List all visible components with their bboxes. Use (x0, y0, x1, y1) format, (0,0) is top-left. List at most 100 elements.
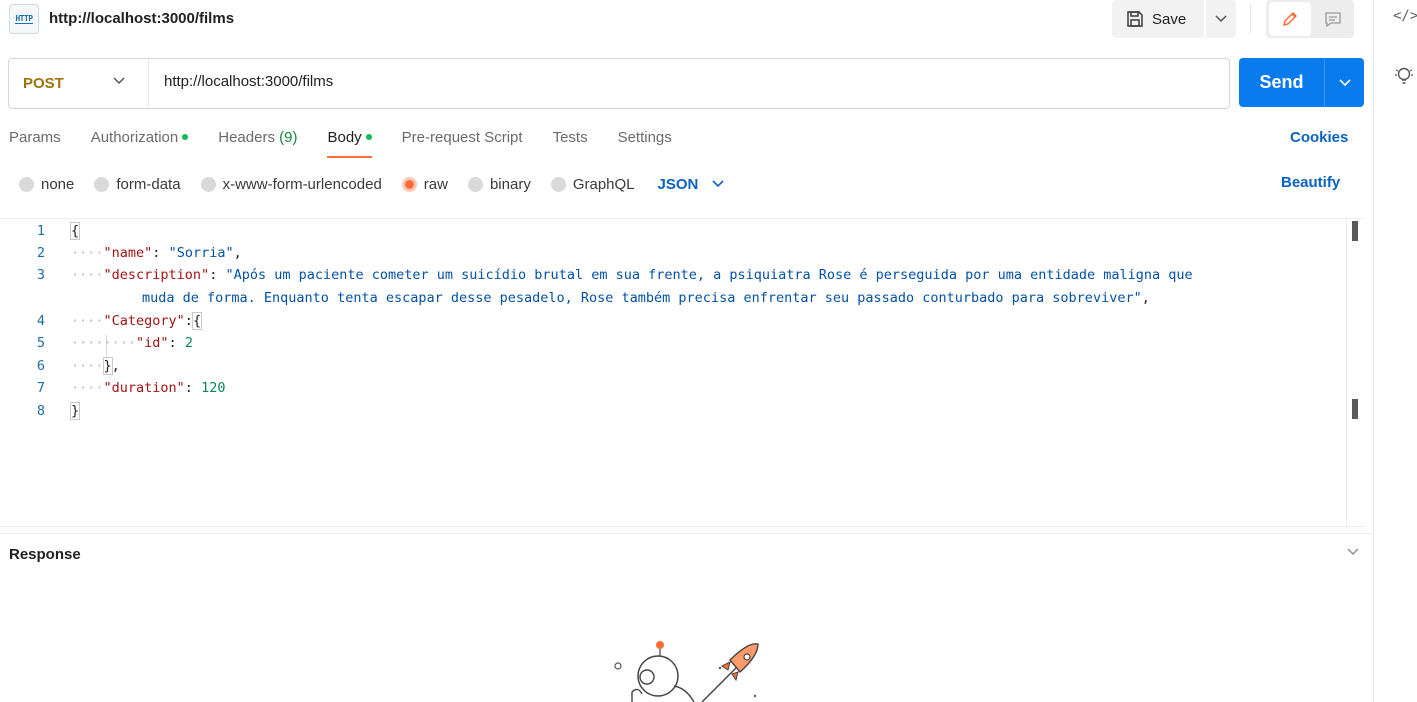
lightbulb-icon[interactable] (1394, 66, 1414, 86)
radio-label: GraphQL (572, 175, 635, 193)
format-label: JSON (657, 175, 699, 193)
json-number: 120 (201, 380, 226, 396)
tab-label: Authorization (90, 129, 179, 146)
json-number: 2 (184, 335, 193, 351)
editor-scrollbar[interactable] (1346, 219, 1362, 526)
save-icon (1127, 11, 1143, 27)
chevron-down-icon (712, 180, 724, 188)
json-string: muda de forma. Enquanto tenta escapar de… (142, 290, 1142, 306)
line-number: 5 (36, 335, 45, 351)
scrollbar-thumb[interactable] (1352, 221, 1358, 241)
tab-tests[interactable]: Tests (553, 128, 588, 158)
line-number-gutter: 1 2 3 4 5 6 7 8 (0, 219, 60, 526)
line-number: 1 (36, 223, 45, 239)
http-icon-text: HTTP (15, 14, 33, 24)
radio-binary[interactable]: binary (467, 175, 531, 193)
save-group: Save (1112, 0, 1236, 38)
mode-toggle (1266, 0, 1354, 38)
radio-circle (94, 176, 110, 192)
chevron-down-icon[interactable] (1346, 547, 1360, 557)
comments-button[interactable] (1314, 2, 1352, 36)
code-snippet-icon[interactable]: </> (1393, 8, 1417, 24)
scrollbar-marker (1352, 399, 1358, 419)
status-dot (365, 134, 372, 141)
save-button[interactable]: Save (1112, 0, 1204, 38)
radio-label: none (41, 175, 75, 193)
request-tabs: Params Authorization Headers (9) Body Pr… (9, 128, 702, 158)
astronaut-rocket-illustration (614, 641, 759, 702)
body-type-options: none form-data x-www-form-urlencoded raw… (19, 173, 724, 195)
radio-label: raw (423, 175, 448, 193)
radio-none[interactable]: none (19, 176, 74, 193)
code-area[interactable]: { ····"name": "Sorria", ····"description… (69, 219, 1334, 526)
radio-label: x-www-form-urlencoded (222, 175, 382, 193)
tab-label: Headers (218, 129, 275, 146)
tab-body[interactable]: Body (327, 128, 372, 158)
response-title: Response (9, 546, 81, 563)
chevron-down-icon (113, 77, 125, 85)
tab-settings[interactable]: Settings (618, 128, 672, 158)
radio-x-www-form-urlencoded[interactable]: x-www-form-urlencoded (200, 175, 382, 193)
chevron-down-icon (1338, 78, 1351, 86)
code-line: ····"name": "Sorria", (71, 245, 242, 261)
json-key: "id" (136, 335, 169, 351)
code-line-wrap: muda de forma. Enquanto tenta escapar de… (142, 290, 1150, 306)
pencil-icon (1282, 11, 1298, 27)
line-number: 7 (36, 380, 45, 396)
tab-label: Pre-request Script (401, 129, 523, 146)
radio-circle (550, 176, 566, 192)
json-key: "duration" (103, 380, 185, 396)
tab-pre-request-script[interactable]: Pre-request Script (402, 128, 523, 158)
tab-label: Settings (617, 129, 672, 146)
radio-circle (401, 176, 417, 192)
code-line: } (69, 402, 81, 420)
radio-graphql[interactable]: GraphQL (550, 175, 635, 193)
radio-form-data[interactable]: form-data (94, 175, 181, 193)
line-number: 8 (36, 403, 45, 419)
line-number: 3 (36, 267, 45, 283)
tab-params[interactable]: Params (9, 128, 61, 158)
json-string: "Sorria" (168, 245, 234, 261)
body-editor[interactable]: 1 2 3 4 5 6 7 8 { ····"name": "Sorria", … (0, 218, 1364, 527)
radio-label: binary (489, 175, 531, 193)
line-number: 6 (36, 358, 45, 374)
send-options-button[interactable] (1324, 58, 1364, 107)
radio-raw[interactable]: raw (401, 175, 448, 193)
code-line: ····"duration": 120 (71, 380, 226, 396)
json-key: "description" (103, 267, 210, 283)
format-select[interactable]: JSON (658, 176, 725, 193)
right-sidebar: </> (1373, 0, 1417, 702)
tab-label: Body (327, 129, 362, 146)
json-string: "Após um paciente cometer um suicídio br… (225, 267, 1193, 283)
tab-headers[interactable]: Headers (9) (218, 128, 297, 158)
line-number: 4 (36, 313, 45, 329)
method-select[interactable]: POST (9, 59, 149, 108)
radio-label: form-data (116, 175, 181, 193)
tab-label: Tests (552, 129, 588, 146)
tab-authorization[interactable]: Authorization (91, 128, 189, 158)
code-line: ····}, (71, 357, 120, 375)
code-line: { (69, 222, 81, 240)
method-label: POST (23, 75, 64, 92)
request-title[interactable]: http://localhost:3000/films (49, 10, 234, 27)
radio-circle (19, 176, 34, 192)
divider (1250, 4, 1251, 34)
chevron-down-icon (1215, 15, 1227, 23)
send-button[interactable]: Send (1239, 58, 1324, 107)
url-input[interactable] (164, 73, 1214, 90)
cookies-link[interactable]: Cookies (1290, 129, 1348, 146)
json-key: "Category" (103, 313, 185, 329)
send-group: Send (1239, 58, 1364, 107)
code-line: ····"description": "Após um paciente com… (71, 267, 1193, 283)
tab-label: Params (9, 129, 61, 146)
edit-mode-button[interactable] (1269, 2, 1311, 36)
divider (0, 533, 1372, 534)
save-options-button[interactable] (1206, 0, 1236, 38)
save-label: Save (1152, 10, 1187, 28)
beautify-button[interactable]: Beautify (1281, 174, 1340, 191)
code-line: ····"Category":{ (71, 312, 203, 330)
http-request-icon: HTTP (9, 4, 39, 34)
radio-circle (200, 176, 216, 192)
code-line: ········"id": 2 (71, 335, 193, 351)
radio-circle (467, 176, 483, 192)
